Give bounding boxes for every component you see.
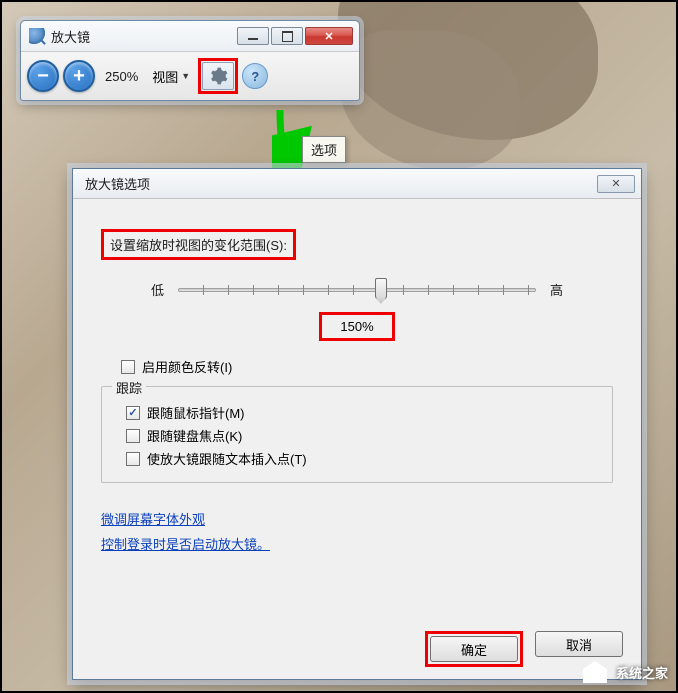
zoom-in-button[interactable] [63, 60, 95, 92]
follow-mouse-row: 跟随鼠标指针(M) [106, 403, 608, 422]
window-controls [235, 27, 353, 45]
invert-colors-checkbox[interactable] [121, 360, 135, 374]
watermark-text: 系统之家 [616, 663, 668, 682]
startup-control-link[interactable]: 控制登录时是否启动放大镜。 [101, 534, 613, 553]
dialog-title: 放大镜选项 [85, 174, 150, 193]
slider-high-label: 高 [550, 280, 563, 299]
zoom-out-button[interactable] [27, 60, 59, 92]
cancel-button[interactable]: 取消 [535, 631, 623, 657]
magnifier-toolbar: 250% 视图 ▼ ? [21, 51, 359, 100]
zoom-increment-label: 设置缩放时视图的变化范围(S): [110, 238, 287, 253]
highlight-section-label: 设置缩放时视图的变化范围(S): [101, 229, 296, 260]
font-tuning-link[interactable]: 微调屏幕字体外观 [101, 509, 613, 528]
close-button[interactable] [305, 27, 353, 45]
tracking-groupbox: 跟踪 跟随鼠标指针(M) 跟随键盘焦点(K) 使放大镜跟随文本插入点(T) [101, 386, 613, 483]
follow-mouse-checkbox[interactable] [126, 406, 140, 420]
follow-mouse-label: 跟随鼠标指针(M) [147, 403, 245, 422]
settings-button[interactable] [202, 62, 234, 90]
follow-text-row: 使放大镜跟随文本插入点(T) [106, 449, 608, 468]
view-dropdown-label: 视图 [152, 67, 178, 86]
magnifier-title: 放大镜 [51, 27, 90, 46]
help-button[interactable]: ? [242, 63, 268, 89]
settings-tooltip: 选项 [302, 136, 346, 163]
chevron-down-icon: ▼ [181, 71, 190, 81]
maximize-button[interactable] [271, 27, 303, 45]
watermark-logo-icon [580, 659, 610, 685]
highlight-ok: 确定 [425, 631, 523, 667]
watermark: 系统之家 [580, 659, 668, 685]
zoom-level-label: 250% [99, 69, 144, 84]
zoom-increment-slider[interactable] [178, 278, 536, 300]
magnifier-window: 放大镜 250% 视图 ▼ ? [20, 20, 360, 101]
follow-text-label: 使放大镜跟随文本插入点(T) [147, 449, 307, 468]
tracking-group-title: 跟踪 [112, 378, 146, 397]
invert-colors-label: 启用颜色反转(I) [142, 357, 232, 376]
minimize-button[interactable] [237, 27, 269, 45]
background-rock [340, 30, 520, 170]
slider-row: 低 高 [101, 278, 613, 300]
magnifier-titlebar: 放大镜 [21, 21, 359, 51]
dialog-titlebar: 放大镜选项 [73, 169, 641, 199]
magnifier-icon [29, 28, 45, 44]
follow-keyboard-label: 跟随键盘焦点(K) [147, 426, 242, 445]
slider-value: 150% [319, 312, 394, 341]
slider-rail [178, 288, 536, 292]
view-dropdown[interactable]: 视图 ▼ [148, 67, 194, 86]
ok-button[interactable]: 确定 [430, 636, 518, 662]
follow-keyboard-checkbox[interactable] [126, 429, 140, 443]
slider-value-wrap: 150% [101, 312, 613, 341]
links-section: 微调屏幕字体外观 控制登录时是否启动放大镜。 [101, 509, 613, 553]
options-dialog: 放大镜选项 设置缩放时视图的变化范围(S): 低 高 150% 启用颜色反转(I… [72, 168, 642, 680]
invert-colors-row: 启用颜色反转(I) [101, 357, 613, 376]
follow-text-checkbox[interactable] [126, 452, 140, 466]
highlight-settings [198, 58, 238, 94]
follow-keyboard-row: 跟随键盘焦点(K) [106, 426, 608, 445]
gear-icon [208, 66, 228, 86]
dialog-body: 设置缩放时视图的变化范围(S): 低 高 150% 启用颜色反转(I) 跟踪 跟… [73, 199, 641, 571]
slider-thumb[interactable] [375, 278, 387, 300]
dialog-close-button[interactable] [597, 175, 635, 193]
slider-low-label: 低 [151, 280, 164, 299]
